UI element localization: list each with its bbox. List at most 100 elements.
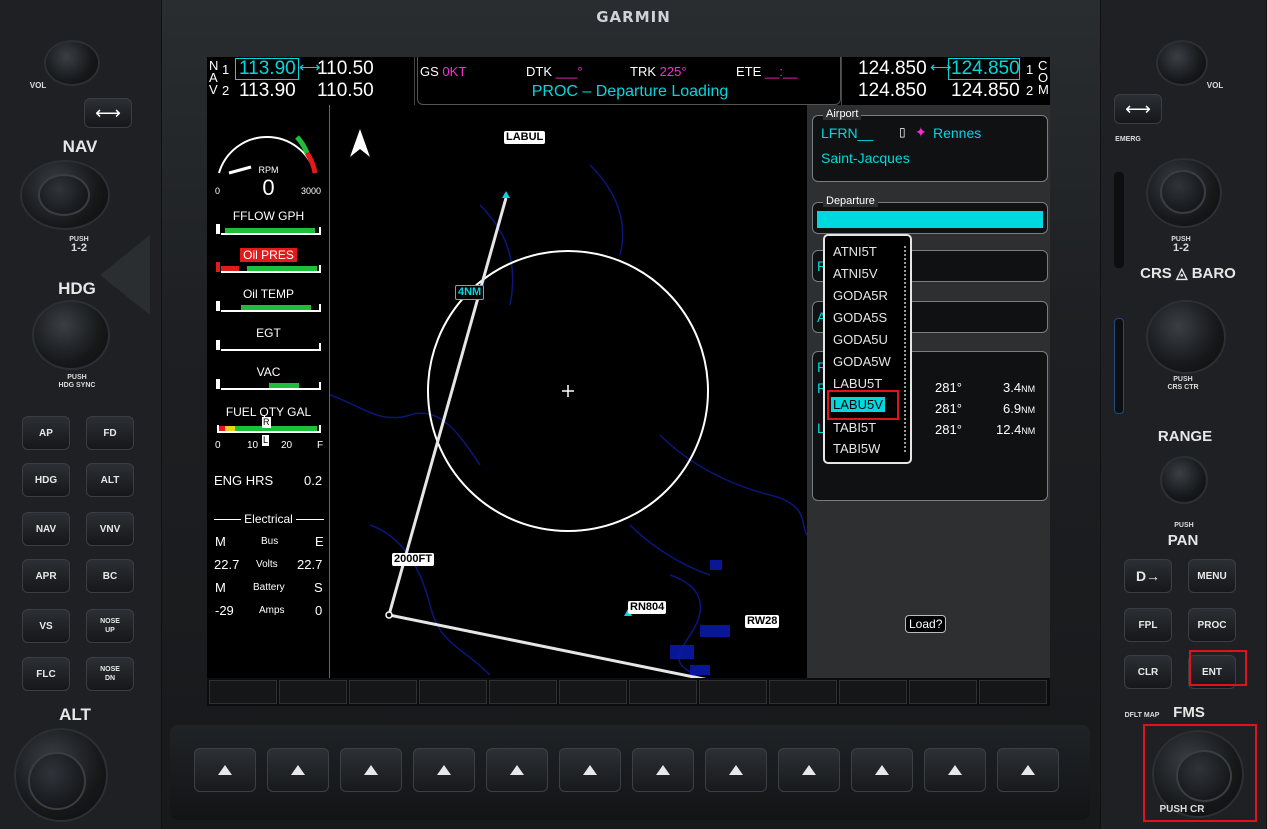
hdg-button[interactable]: HDG (22, 463, 70, 497)
com2-standby-freq[interactable]: 124.850 (951, 80, 1020, 102)
hw-softkey-12[interactable] (997, 748, 1059, 792)
menu-button[interactable]: MENU (1188, 559, 1236, 593)
up-arrow-icon (291, 765, 305, 775)
com1-standby-freq[interactable]: 124.850 (951, 58, 1020, 80)
softkey-1[interactable] (209, 680, 277, 704)
inset-map[interactable]: N LABUL 2000FT RN804 RW28 4NM (330, 105, 807, 678)
hw-softkey-9[interactable] (778, 748, 840, 792)
load-prompt[interactable]: Load? (905, 615, 947, 633)
nav1-active-freq[interactable]: 113.90 (239, 58, 296, 80)
trk-field: TRK 225° (630, 64, 687, 79)
up-arrow-icon (364, 765, 378, 775)
dropdown-item[interactable]: LABU5T (833, 376, 882, 391)
dropdown-scrollbar[interactable] (904, 246, 906, 452)
nav-button[interactable]: NAV (22, 512, 70, 546)
dropdown-item[interactable]: GODA5U (833, 332, 888, 347)
softkey-9[interactable] (769, 680, 837, 704)
bc-button[interactable]: BC (86, 559, 134, 593)
softkey-11[interactable] (909, 680, 977, 704)
crs-slider[interactable] (1114, 318, 1124, 414)
dropdown-item[interactable]: ATNI5T (833, 244, 877, 259)
range-knob[interactable] (1160, 456, 1208, 504)
nav1-index: 1 (222, 62, 230, 77)
proc-button[interactable]: PROC (1188, 608, 1236, 642)
com2-active-freq[interactable]: 124.850 (858, 80, 927, 102)
hw-softkey-1[interactable] (194, 748, 256, 792)
ap-button[interactable]: AP (22, 416, 70, 450)
hdg-knob[interactable] (32, 300, 110, 370)
alt-knob[interactable] (14, 728, 108, 822)
egt-label: EGT (256, 326, 281, 340)
softkey-10[interactable] (839, 680, 907, 704)
apr-button[interactable]: APR (22, 559, 70, 593)
airport-city: Rennes (933, 125, 982, 141)
hw-softkey-5[interactable] (486, 748, 548, 792)
dropdown-item-selected[interactable]: LABU5V (831, 397, 885, 412)
crs-baro-knob[interactable] (1146, 300, 1226, 374)
clr-button[interactable]: CLR (1124, 655, 1172, 689)
fd-button[interactable]: FD (86, 416, 134, 450)
nav-knob[interactable] (20, 160, 110, 230)
hw-softkey-8[interactable] (705, 748, 767, 792)
fpl-button[interactable]: FPL (1124, 608, 1172, 642)
nose-up-button[interactable]: NOSE UP (86, 609, 134, 643)
vs-button[interactable]: VS (22, 609, 70, 643)
nav-knob-label: NAV (62, 137, 98, 156)
nav2-active-freq[interactable]: 113.90 (239, 80, 296, 102)
softkey-6[interactable] (559, 680, 627, 704)
dropdown-item[interactable]: GODA5S (833, 310, 887, 325)
pfd-mfd-screen: N A V 1 2 113.90 ⟷ 110.50 113.90 110.50 … (207, 57, 1050, 678)
hw-softkey-7[interactable] (632, 748, 694, 792)
com-knob[interactable] (1146, 158, 1222, 228)
hw-softkey-3[interactable] (340, 748, 402, 792)
softkey-12[interactable] (979, 680, 1047, 704)
egt-pointer (215, 339, 221, 351)
ent-button[interactable]: ENT (1188, 655, 1236, 689)
softkey-4[interactable] (419, 680, 487, 704)
softkey-7[interactable] (629, 680, 697, 704)
nose-dn-button[interactable]: NOSE DN (86, 657, 134, 691)
hw-softkey-11[interactable] (924, 748, 986, 792)
nav2-standby-freq[interactable]: 110.50 (317, 80, 374, 102)
vac-label: VAC (256, 365, 281, 379)
brand-logo: GARMIN (596, 8, 671, 26)
departure-field-selected[interactable] (817, 211, 1043, 228)
flc-button[interactable]: FLC (22, 657, 70, 691)
hw-softkey-6[interactable] (559, 748, 621, 792)
vol-knob[interactable] (44, 40, 100, 86)
oil-pres-pointer (215, 261, 221, 273)
direct-to-button[interactable]: D→ (1124, 559, 1172, 593)
com1-active-freq[interactable]: 124.850 (858, 58, 927, 80)
dropdown-item[interactable]: GODA5R (833, 288, 888, 303)
hw-softkey-2[interactable] (267, 748, 329, 792)
softkey-8[interactable] (699, 680, 767, 704)
vnv-button[interactable]: VNV (86, 512, 134, 546)
dropdown-item[interactable]: ATNI5V (833, 266, 878, 281)
vac-pointer (215, 378, 221, 390)
softkey-2[interactable] (279, 680, 347, 704)
oil-temp-pointer (215, 300, 221, 312)
fuel-10: 10 (247, 440, 259, 451)
departure-dropdown[interactable]: ATNI5T ATNI5V GODA5R GODA5S GODA5U GODA5… (823, 234, 912, 464)
nav-label-v: V (209, 82, 218, 97)
softkey-3[interactable] (349, 680, 417, 704)
dropdown-item[interactable]: GODA5W (833, 354, 891, 369)
hw-softkey-10[interactable] (851, 748, 913, 792)
dropdown-item[interactable]: TABI5W (833, 441, 880, 458)
com-label-m: M (1038, 82, 1049, 97)
airport-name: Saint-Jacques (821, 150, 910, 166)
airport-ident[interactable]: LFRN__ (821, 125, 873, 141)
com-vol-knob[interactable] (1156, 40, 1208, 86)
battery-label: Battery (253, 582, 285, 593)
amps-right: 0 (315, 603, 323, 618)
nav1-standby-freq[interactable]: 110.50 (317, 58, 374, 80)
dropdown-item[interactable]: TABI5T (833, 420, 876, 435)
com-slider[interactable] (1114, 172, 1124, 268)
engine-indication-strip: RPM 0 0 3000 FFLOW GPH Oil PRES Oil TEMP… (207, 105, 330, 678)
com-swap-button[interactable]: ⟷ (1114, 94, 1162, 124)
hw-softkey-4[interactable] (413, 748, 475, 792)
up-arrow-icon (948, 765, 962, 775)
softkey-5[interactable] (489, 680, 557, 704)
alt-button[interactable]: ALT (86, 463, 134, 497)
nav-swap-button[interactable]: ⟷ (84, 98, 132, 128)
